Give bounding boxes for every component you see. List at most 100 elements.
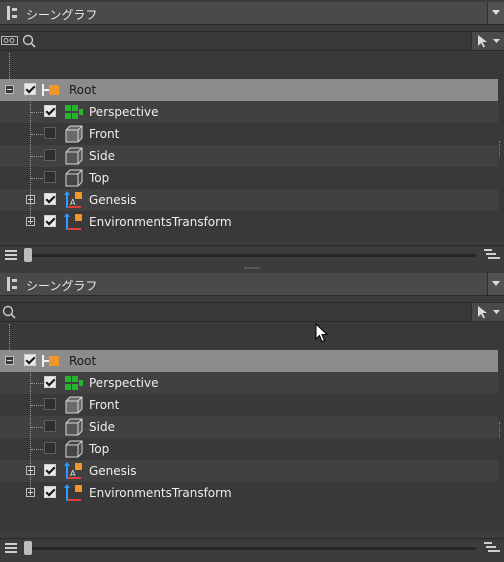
indent-lines-icon[interactable] (484, 249, 500, 261)
tree-item[interactable]: Front (0, 123, 498, 145)
tree-item-root[interactable]: Root (0, 350, 498, 372)
tree-item[interactable]: Front (0, 394, 498, 416)
panel-menu-dropdown[interactable] (487, 2, 504, 24)
tree-connector (9, 324, 10, 354)
tree-item-label: Perspective (89, 105, 159, 119)
ortho-camera-icon (65, 440, 83, 458)
collapse-toggle[interactable] (5, 85, 14, 94)
scrollbar[interactable] (499, 141, 503, 157)
group-node-icon (42, 355, 59, 367)
tree-item-root[interactable]: Root (0, 79, 498, 101)
scrollbar[interactable] (499, 422, 503, 438)
tree-connector (31, 156, 43, 157)
search-bar (0, 302, 504, 322)
chevron-down-icon (493, 39, 500, 43)
search-input[interactable] (40, 33, 460, 48)
scene-tree: Root Perspective Front Side Top A Genesi… (0, 322, 504, 530)
visibility-checkbox[interactable] (44, 376, 56, 388)
collapse-toggle[interactable] (5, 356, 14, 365)
chevron-down-icon (493, 310, 500, 314)
tree-item-label: Top (89, 171, 110, 185)
tree-item[interactable]: A Genesis (0, 460, 498, 482)
visibility-checkbox[interactable] (44, 215, 56, 227)
panel-menu-dropdown[interactable] (487, 273, 504, 295)
visibility-checkbox[interactable] (44, 420, 56, 432)
tree-connector (31, 134, 43, 135)
ortho-camera-icon (65, 418, 83, 436)
scene-graph-icon (7, 6, 17, 20)
tree-connector (31, 449, 43, 450)
visibility-checkbox[interactable] (24, 83, 36, 95)
search-icon (2, 305, 16, 319)
splitter-grip[interactable] (244, 267, 260, 269)
tree-connector (31, 405, 43, 406)
pointer-icon (478, 35, 487, 48)
scene-graph-panel-2: シーングラフ Root Perspective Front Side Top A… (0, 271, 504, 562)
panel-header: シーングラフ (0, 273, 504, 296)
zoom-slider-handle[interactable] (24, 541, 32, 555)
search-bar (0, 31, 504, 51)
scene-graph-panel-1: シーングラフ Root Perspective Front Side Top A… (0, 0, 504, 264)
visibility-checkbox[interactable] (44, 171, 56, 183)
visibility-checkbox[interactable] (44, 193, 56, 205)
zoom-slider-track[interactable] (26, 254, 476, 257)
ortho-camera-icon (65, 125, 83, 143)
panel-header: シーングラフ (0, 2, 504, 25)
visibility-checkbox[interactable] (44, 105, 56, 117)
tree-item[interactable]: Side (0, 145, 498, 167)
tree-item[interactable]: Top (0, 438, 498, 460)
selection-mode-button[interactable] (471, 32, 504, 50)
indent-lines-icon[interactable] (484, 542, 500, 554)
visibility-checkbox[interactable] (44, 486, 56, 498)
svg-text:A: A (70, 198, 76, 207)
tree-connector (30, 97, 31, 223)
tree-item[interactable]: Top (0, 167, 498, 189)
tree-item[interactable]: EnvironmentsTransform (0, 482, 498, 504)
visibility-checkbox[interactable] (44, 442, 56, 454)
pointer-icon (478, 306, 487, 319)
tree-item-label: Perspective (89, 376, 159, 390)
selection-mode-button[interactable] (471, 303, 504, 321)
mouse-cursor-icon (315, 323, 329, 343)
ortho-camera-icon (65, 396, 83, 414)
tree-item-label: Front (89, 127, 120, 141)
tree-spacer (0, 322, 498, 350)
ortho-camera-icon (65, 147, 83, 165)
tree-item[interactable]: EnvironmentsTransform (0, 211, 498, 233)
tree-item[interactable]: A Genesis (0, 189, 498, 211)
perspective-camera-icon (65, 105, 83, 119)
group-node-icon (42, 84, 59, 96)
visibility-checkbox[interactable] (44, 149, 56, 161)
tree-connector (31, 383, 43, 384)
tree-connector (31, 112, 43, 113)
tree-connector (9, 53, 10, 83)
search-input[interactable] (20, 304, 460, 319)
zoom-slider-track[interactable] (26, 547, 476, 550)
filter-icon[interactable] (1, 34, 18, 47)
tree-item-label: Side (89, 149, 115, 163)
tree-item[interactable]: Perspective (0, 101, 498, 123)
visibility-checkbox[interactable] (44, 464, 56, 476)
scene-tree: Root Perspective Front Side Top A Genesi… (0, 51, 504, 241)
panel-title: シーングラフ (26, 279, 98, 293)
tree-item-label: Side (89, 420, 115, 434)
ortho-camera-icon (65, 169, 83, 187)
menu-lines-icon[interactable] (5, 250, 17, 260)
tree-connector (30, 368, 31, 494)
tree-item-label: Front (89, 398, 120, 412)
visibility-checkbox[interactable] (24, 354, 36, 366)
menu-lines-icon[interactable] (5, 543, 17, 553)
search-icon (22, 34, 36, 48)
chevron-down-icon (492, 281, 500, 286)
zoom-slider-handle[interactable] (24, 248, 32, 262)
tree-connector (31, 427, 43, 428)
panel-footer (0, 245, 504, 264)
svg-text:A: A (70, 469, 76, 478)
panel-title: シーングラフ (26, 8, 98, 22)
visibility-checkbox[interactable] (44, 127, 56, 139)
visibility-checkbox[interactable] (44, 398, 56, 410)
tree-item[interactable]: Perspective (0, 372, 498, 394)
panel-footer (0, 538, 504, 557)
scene-graph-icon (7, 277, 17, 291)
tree-item[interactable]: Side (0, 416, 498, 438)
